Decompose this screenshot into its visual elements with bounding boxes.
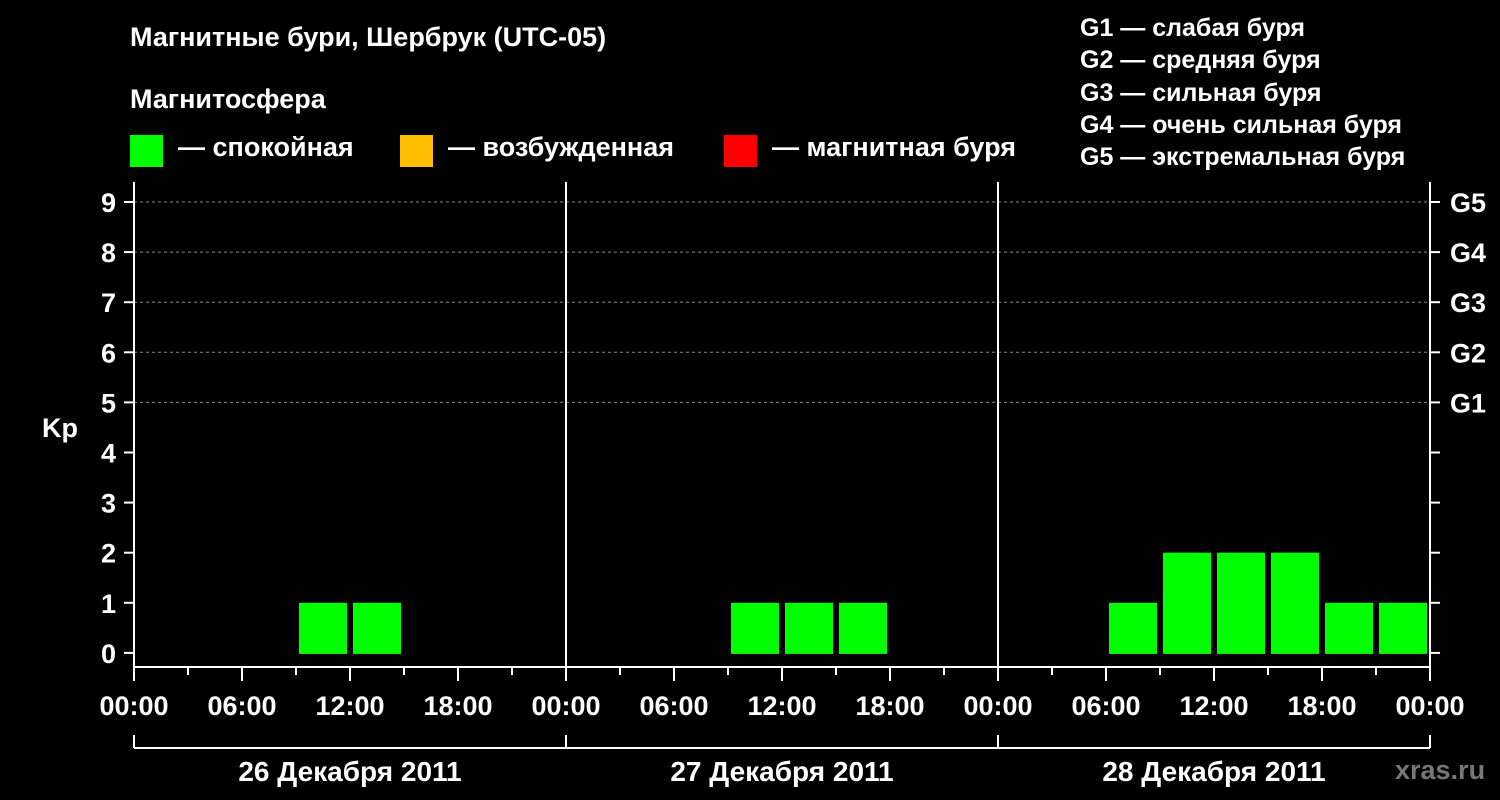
- y-tick-label: 4: [101, 439, 116, 469]
- y-tick-label: 9: [101, 188, 116, 218]
- site-watermark: xras.ru: [1395, 755, 1486, 785]
- kp-bar-20: [1217, 552, 1265, 654]
- x-tick-label: 00:00: [963, 691, 1032, 721]
- kp-bar-23: [1379, 602, 1427, 654]
- y-tick-label: 5: [101, 388, 116, 418]
- kp-bar-11: [731, 602, 779, 654]
- x-tick-label: 00:00: [531, 691, 600, 721]
- x-tick-label: 18:00: [1287, 691, 1356, 721]
- x-tick-label: 00:00: [99, 691, 168, 721]
- x-tick-label: 18:00: [423, 691, 492, 721]
- y-tick-label: 6: [101, 338, 116, 368]
- kp-bar-13: [839, 602, 887, 654]
- x-tick-label: 06:00: [639, 691, 708, 721]
- g-level-label: G2: [1450, 338, 1486, 368]
- y-tick-label: 0: [101, 639, 116, 669]
- x-tick-label: 12:00: [1179, 691, 1248, 721]
- g-level-label: G4: [1450, 238, 1486, 268]
- y-tick-label: 1: [101, 589, 116, 619]
- x-tick-label: 12:00: [747, 691, 816, 721]
- day-label: 28 Декабря 2011: [1102, 756, 1325, 787]
- g-level-label: G1: [1450, 388, 1486, 418]
- x-tick-label: 18:00: [855, 691, 924, 721]
- day-label: 27 Декабря 2011: [670, 756, 893, 787]
- kp-bar-18: [1109, 602, 1157, 654]
- x-tick-label: 06:00: [207, 691, 276, 721]
- y-tick-label: 3: [101, 489, 116, 519]
- y-tick-label: 8: [101, 238, 116, 268]
- kp-chart: 0 1 2 3 4 5 6 7 8 9 G1 G2 G3 G4 G5 Kp 00:00 06:00 12:00 18:…: [42, 182, 1486, 787]
- kp-bar-22: [1325, 602, 1373, 654]
- y-axis-label: Kp: [42, 413, 78, 443]
- kp-bar-3: [299, 602, 347, 654]
- x-tick-label: 12:00: [315, 691, 384, 721]
- y-tick-label: 2: [101, 539, 116, 569]
- kp-bar-12: [785, 602, 833, 654]
- g-level-label: G5: [1450, 188, 1486, 218]
- kp-bar-19: [1163, 552, 1211, 654]
- kp-bar-21: [1271, 552, 1319, 654]
- day-label: 26 Декабря 2011: [238, 756, 461, 787]
- g-level-label: G3: [1450, 288, 1486, 318]
- kp-bar-4: [353, 602, 401, 654]
- y-tick-label: 7: [101, 288, 116, 318]
- x-tick-label: 00:00: [1395, 691, 1464, 721]
- x-tick-label: 06:00: [1071, 691, 1140, 721]
